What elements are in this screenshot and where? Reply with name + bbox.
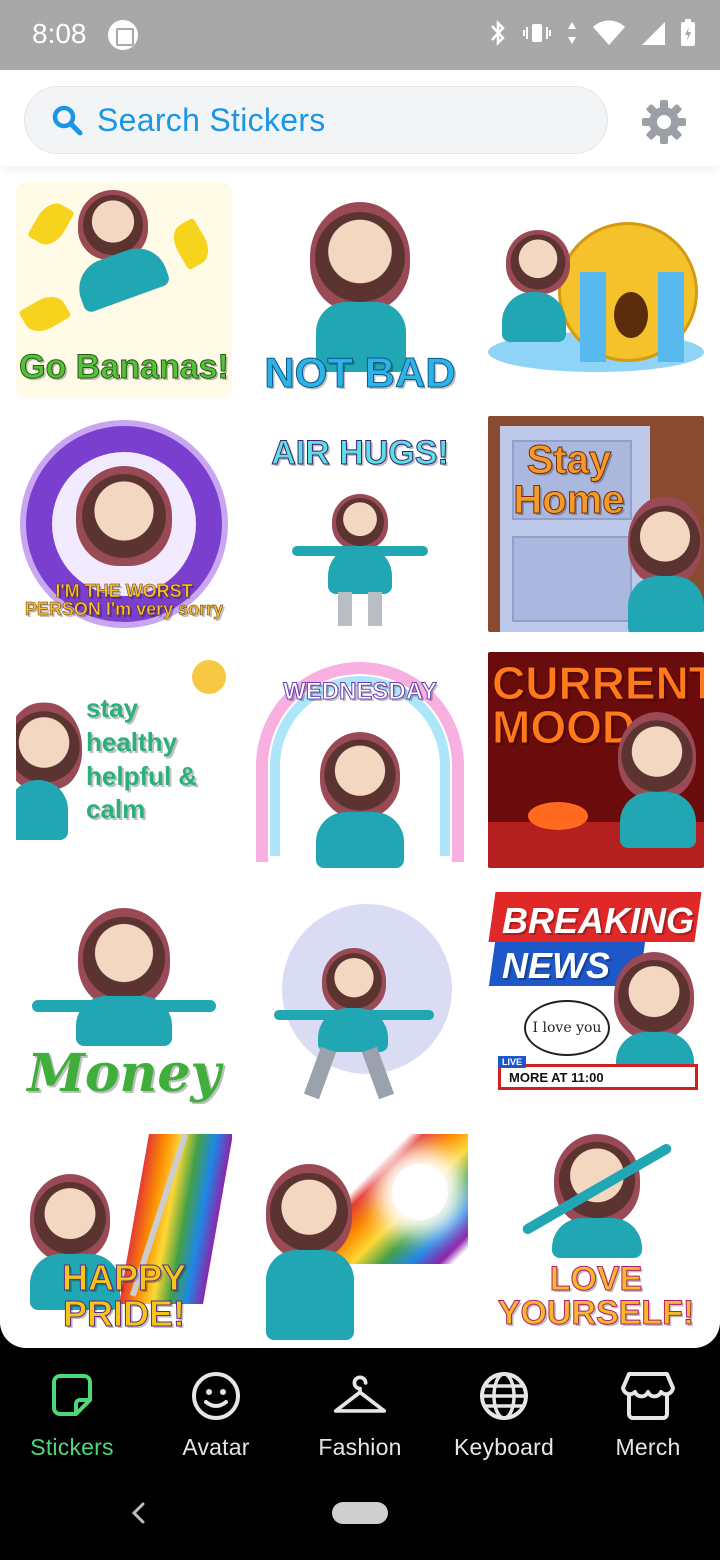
tab-label: Merch xyxy=(615,1434,681,1460)
sticker-stay-healthy[interactable]: stay healthy helpful & calm xyxy=(16,652,232,868)
sticker-wednesday[interactable]: WEDNESDAY xyxy=(252,652,468,868)
sticker-rainbow-heart[interactable] xyxy=(252,1124,468,1340)
signal-icon xyxy=(640,20,666,51)
smiley-icon xyxy=(188,1368,244,1424)
sticker-not-bad[interactable]: NOT BAD xyxy=(252,182,468,398)
tab-stickers[interactable]: Stickers xyxy=(0,1348,144,1478)
sticker-crying-emoji[interactable] xyxy=(488,182,704,398)
screenshot-notification-icon xyxy=(108,20,138,50)
sticker-panel: Search Stickers Go Bananas! NOT BAD I'M … xyxy=(0,70,720,1348)
globe-icon xyxy=(476,1368,532,1424)
bluetooth-icon xyxy=(488,18,508,53)
sticker-caption: Money xyxy=(27,1043,221,1104)
sticker-caption: Stay Home xyxy=(513,438,625,522)
live-tag: LIVE xyxy=(498,1056,527,1068)
sticker-icon xyxy=(44,1368,100,1424)
shop-icon xyxy=(620,1368,676,1424)
search-icon xyxy=(52,105,83,136)
search-input[interactable]: Search Stickers xyxy=(24,86,608,154)
speech-bubble: I love you xyxy=(524,1000,610,1056)
sticker-caption: Go Bananas! xyxy=(19,348,230,386)
sticker-go-bananas[interactable]: Go Bananas! xyxy=(16,182,232,398)
sticker-current-mood[interactable]: CURRENT MOOD xyxy=(488,652,704,868)
sticker-stay-home[interactable]: Stay Home xyxy=(488,416,704,632)
sticker-caption: AIR HUGS! xyxy=(271,434,450,472)
sticker-money[interactable]: Money xyxy=(16,888,232,1104)
sticker-breaking-news[interactable]: BREAKING NEWS I love you MORE AT 11:00 L… xyxy=(488,888,704,1104)
battery-icon xyxy=(680,19,696,52)
sticker-worst-person[interactable]: I'M THE WORST PERSON I'm very sorry xyxy=(16,416,232,632)
status-bar: 8:08 xyxy=(0,0,720,70)
sticker-love-yourself[interactable]: LOVE YOURSELF! xyxy=(488,1124,704,1340)
settings-gear-icon[interactable] xyxy=(640,98,688,146)
sticker-caption: LOVE YOURSELF! xyxy=(497,1260,695,1332)
news-ticker: MORE AT 11:00 xyxy=(498,1064,698,1090)
tab-label: Keyboard xyxy=(453,1434,555,1460)
sticker-happy-pride[interactable]: HAPPY PRIDE! xyxy=(16,1124,232,1340)
wifi-icon xyxy=(592,20,626,51)
tab-label: Stickers xyxy=(30,1434,114,1460)
sticker-caption: stay healthy helpful & calm xyxy=(86,693,198,825)
sticker-archer-shadow[interactable] xyxy=(252,888,468,1104)
tab-label: Avatar xyxy=(182,1434,250,1460)
tab-keyboard[interactable]: Keyboard xyxy=(432,1348,576,1478)
tab-avatar[interactable]: Avatar xyxy=(144,1348,288,1478)
tab-merch[interactable]: Merch xyxy=(576,1348,720,1478)
home-pill[interactable] xyxy=(332,1502,388,1524)
sticker-air-hugs[interactable]: AIR HUGS! xyxy=(252,416,468,632)
data-arrows-icon xyxy=(566,20,578,51)
hanger-icon xyxy=(332,1368,388,1424)
tab-fashion[interactable]: Fashion xyxy=(288,1348,432,1478)
sticker-caption: NOT BAD xyxy=(264,349,456,396)
search-placeholder: Search Stickers xyxy=(97,101,326,138)
sticker-caption: HAPPY PRIDE! xyxy=(61,1257,187,1334)
sticker-caption: I'M THE WORST PERSON I'm very sorry xyxy=(24,581,224,619)
sticker-caption: WEDNESDAY xyxy=(283,678,438,705)
search-header: Search Stickers xyxy=(0,70,720,166)
status-time: 8:08 xyxy=(32,18,87,49)
system-navigation-bar xyxy=(0,1478,720,1560)
status-icons xyxy=(488,18,696,53)
tab-label: Fashion xyxy=(318,1434,402,1460)
bottom-nav: Stickers Avatar Fashion Keyboard Merch xyxy=(0,1348,720,1478)
vibrate-icon xyxy=(522,21,552,50)
back-chevron-icon[interactable] xyxy=(128,1498,148,1536)
